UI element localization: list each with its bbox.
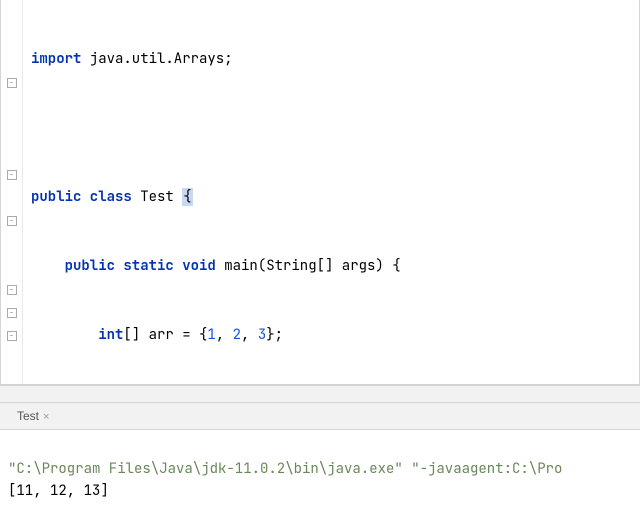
console-stdout: [11, 12, 13] — [8, 482, 109, 500]
run-tab-test[interactable]: Test × — [8, 405, 58, 427]
fold-icon[interactable] — [7, 78, 17, 88]
panel-separator[interactable] — [0, 385, 640, 403]
fold-icon[interactable] — [7, 170, 17, 180]
run-tab-label: Test — [17, 409, 39, 423]
run-tab-bar: Test × — [0, 403, 640, 429]
fold-icon[interactable] — [7, 216, 17, 226]
fold-icon[interactable] — [7, 285, 17, 295]
console-output[interactable]: "C:\Program Files\Java\jdk-11.0.2\bin\ja… — [0, 429, 640, 510]
editor-area: importimport java.util.Arrays; java.util… — [0, 0, 640, 385]
fold-icon[interactable] — [7, 308, 17, 318]
fold-icon[interactable] — [7, 331, 17, 341]
gutter — [1, 0, 23, 384]
code-editor[interactable]: importimport java.util.Arrays; java.util… — [23, 0, 639, 384]
close-icon[interactable]: × — [43, 411, 49, 423]
console-command: "C:\Program Files\Java\jdk-11.0.2\bin\ja… — [8, 460, 562, 478]
